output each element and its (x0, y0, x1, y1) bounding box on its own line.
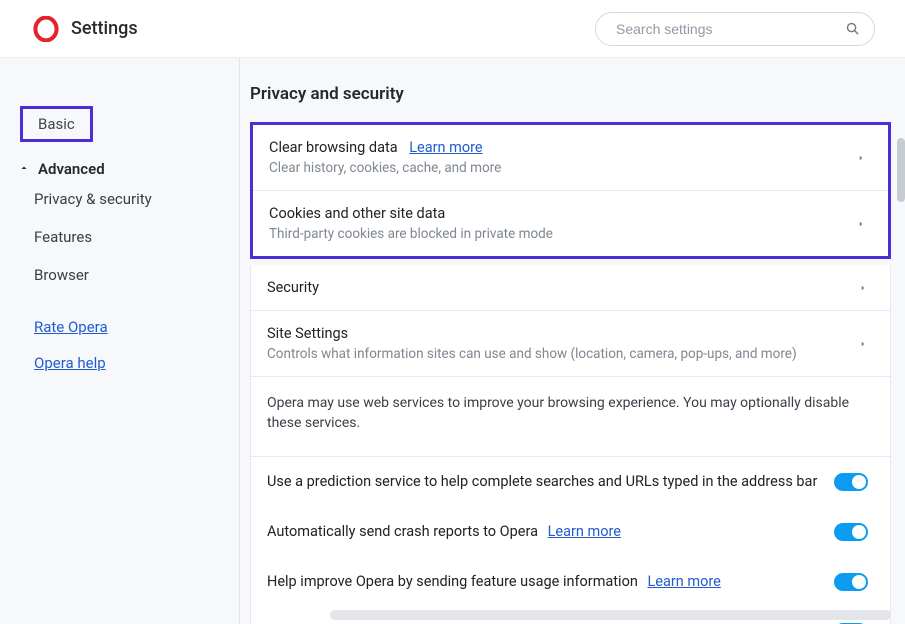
chevron-right-icon (856, 219, 866, 229)
sidebar-item-browser[interactable]: Browser (34, 266, 239, 284)
opera-logo-icon (33, 16, 59, 42)
section-title: Privacy and security (250, 84, 891, 104)
app-header: Settings (0, 0, 905, 58)
toggle-switch[interactable] (834, 573, 868, 591)
row-clear-browsing-data[interactable]: Clear browsing data Learn more Clear his… (253, 125, 888, 191)
toggle-switch[interactable] (834, 523, 868, 541)
rate-opera-link[interactable]: Rate Opera (34, 318, 239, 336)
toggle-switch[interactable] (834, 473, 868, 491)
search-icon (845, 21, 860, 36)
toggle-row-crash-reports: Automatically send crash reports to Oper… (251, 507, 890, 557)
learn-more-link[interactable]: Learn more (409, 139, 482, 156)
row-security[interactable]: Security (251, 265, 890, 311)
sidebar-tab-advanced[interactable]: Advanced (18, 160, 239, 178)
search-container[interactable] (595, 12, 875, 46)
learn-more-link[interactable]: Learn more (647, 573, 720, 590)
row-subtitle: Third-party cookies are blocked in priva… (269, 226, 856, 242)
horizontal-scrollbar[interactable] (330, 610, 891, 620)
search-input[interactable] (616, 21, 837, 37)
chevron-right-icon (858, 339, 868, 349)
toggle-label-text: Use a prediction service to help complet… (267, 473, 817, 490)
chevron-right-icon (858, 283, 868, 293)
chevron-right-icon (856, 153, 866, 163)
row-subtitle: Controls what information sites can use … (267, 346, 858, 362)
toggle-row-prediction: Use a prediction service to help complet… (251, 457, 890, 507)
row-title-text: Site Settings (267, 325, 348, 342)
page-title: Settings (71, 18, 138, 39)
sidebar: Basic Advanced Privacy & security Featur… (0, 58, 240, 624)
toggle-row-usage-info: Help improve Opera by sending feature us… (251, 557, 890, 607)
scrollbar-thumb[interactable] (897, 138, 905, 202)
highlighted-group: Clear browsing data Learn more Clear his… (250, 122, 891, 259)
toggle-label-text: Help improve Opera by sending feature us… (267, 573, 638, 590)
sidebar-tab-basic[interactable]: Basic (20, 106, 93, 142)
row-title-text: Cookies and other site data (269, 205, 445, 222)
row-cookies[interactable]: Cookies and other site data Third-party … (253, 191, 888, 256)
opera-help-link[interactable]: Opera help (34, 354, 239, 372)
vertical-scrollbar[interactable] (897, 138, 905, 616)
row-title-text: Security (267, 279, 319, 296)
services-note: Opera may use web services to improve yo… (250, 377, 891, 457)
row-title-text: Clear browsing data (269, 139, 398, 156)
learn-more-link[interactable]: Learn more (548, 523, 621, 540)
row-subtitle: Clear history, cookies, cache, and more (269, 160, 856, 176)
row-site-settings[interactable]: Site Settings Controls what information … (251, 311, 890, 376)
sidebar-item-features[interactable]: Features (34, 228, 239, 246)
header-left: Settings (33, 16, 138, 42)
toggle-label-text: Automatically send crash reports to Oper… (267, 523, 538, 540)
chevron-up-icon (18, 160, 30, 178)
main-panel: Privacy and security Clear browsing data… (240, 58, 905, 624)
sidebar-item-privacy-security[interactable]: Privacy & security (34, 190, 239, 208)
advanced-label: Advanced (38, 160, 105, 178)
